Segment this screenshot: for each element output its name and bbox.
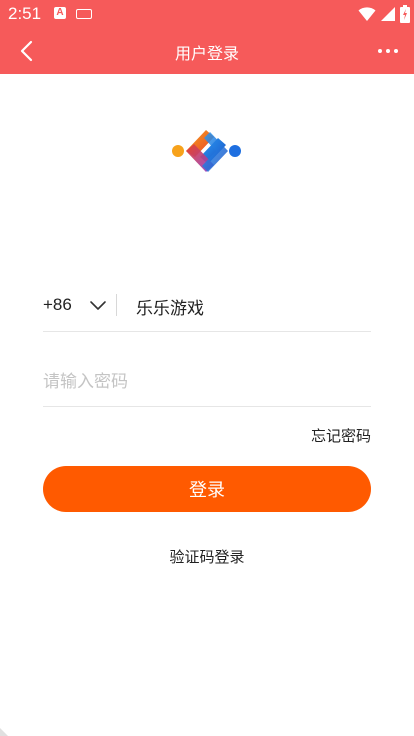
status-time: 2:51 bbox=[8, 4, 42, 23]
login-button[interactable]: 登录 bbox=[43, 466, 371, 512]
forgot-password-link[interactable]: 忘记密码 bbox=[311, 425, 371, 446]
app-bar: 用户登录 bbox=[0, 28, 414, 74]
phone-input[interactable]: 乐乐游戏 bbox=[136, 294, 204, 319]
battery-icon bbox=[400, 5, 410, 23]
password-input[interactable] bbox=[43, 366, 371, 398]
password-row bbox=[43, 360, 371, 407]
notification-a-icon: A bbox=[54, 7, 66, 19]
more-button[interactable] bbox=[374, 38, 402, 64]
corner-mark bbox=[0, 728, 8, 736]
login-screen: 2:51 A 用户登录 +86 乐乐游戏 忘记密码 登录 验证码登录 bbox=[0, 0, 414, 736]
more-dot bbox=[394, 49, 398, 53]
country-code[interactable]: +86 bbox=[43, 295, 72, 315]
chevron-down-icon[interactable] bbox=[89, 298, 107, 312]
page-title: 用户登录 bbox=[174, 44, 239, 63]
more-dot bbox=[386, 49, 390, 53]
header: 2:51 A 用户登录 bbox=[0, 0, 414, 74]
more-dots-icon bbox=[378, 49, 382, 53]
phone-row: +86 乐乐游戏 bbox=[43, 284, 371, 332]
wifi-icon bbox=[358, 7, 376, 21]
keyboard-icon bbox=[76, 9, 92, 19]
status-icons bbox=[358, 5, 410, 23]
divider bbox=[116, 294, 117, 316]
app-logo bbox=[172, 130, 241, 172]
signal-icon bbox=[381, 7, 395, 21]
code-login-link[interactable]: 验证码登录 bbox=[0, 546, 414, 567]
status-bar: 2:51 A bbox=[0, 0, 414, 28]
